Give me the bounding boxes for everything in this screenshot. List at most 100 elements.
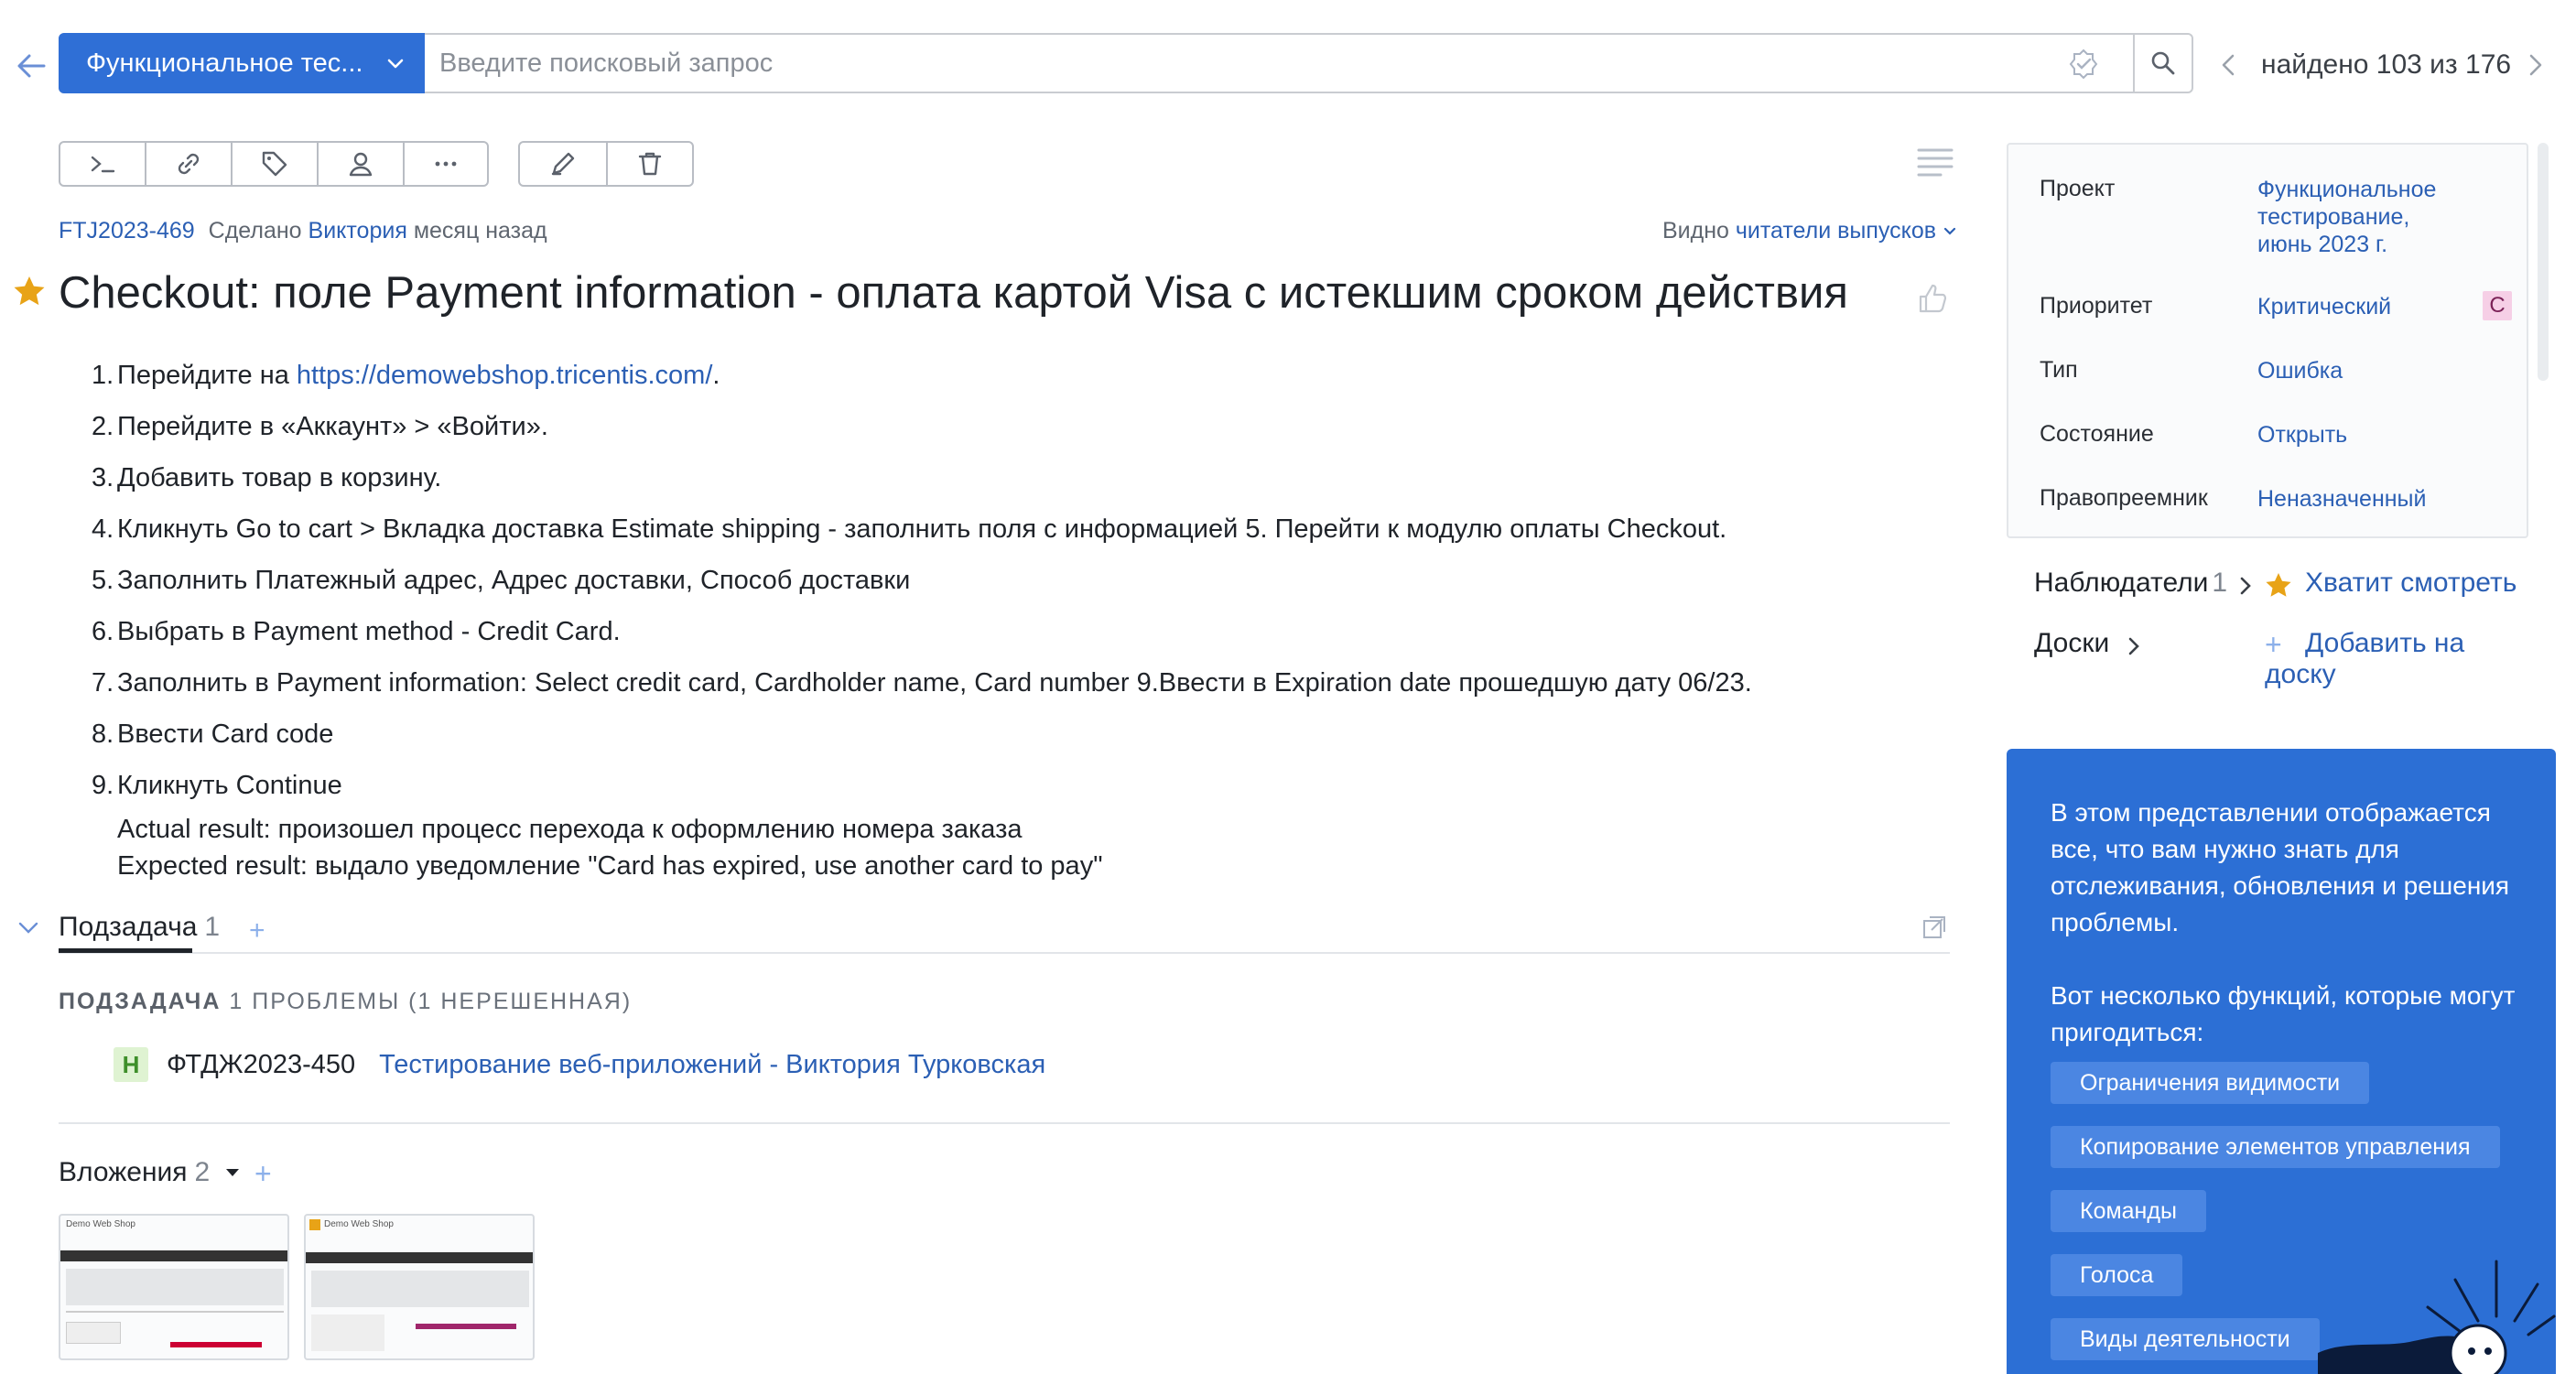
- step-item: 9. Кликнуть Continue: [92, 760, 1959, 811]
- step-item: 8. Ввести Card code: [92, 709, 1959, 760]
- subtask-header-bold: ПОДЗАДАЧА: [59, 989, 222, 1014]
- priority-badge: Н: [114, 1047, 148, 1082]
- step-item: 4. Кликнуть Go to cart > Вкладка доставка…: [92, 503, 1959, 555]
- field-type-label: Тип: [2040, 357, 2078, 383]
- search-button[interactable]: [2133, 35, 2192, 92]
- field-priority-label: Приоритет: [2040, 293, 2153, 319]
- add-subtask-icon[interactable]: +: [249, 915, 265, 947]
- search-input[interactable]: [430, 37, 2069, 90]
- subtask-item[interactable]: Н ФТДЖ2023-450 Тестирование веб-приложен…: [114, 1045, 1045, 1084]
- activity-feature-button[interactable]: Виды деятельности: [2051, 1318, 2320, 1360]
- visibility-value: читатели выпусков: [1735, 218, 1937, 243]
- thumbs-up-icon[interactable]: [1917, 282, 1950, 315]
- watchers-count: 1: [2212, 568, 2228, 598]
- prev-result-icon[interactable]: [2217, 51, 2241, 79]
- panel-scrollbar[interactable]: [2538, 143, 2549, 381]
- trash-icon: [638, 152, 662, 176]
- step-number: 1.: [92, 360, 114, 390]
- field-assignee-label: Правопреемник: [2040, 485, 2208, 511]
- step-item: 3. Добавить товар в корзину.: [92, 452, 1959, 503]
- done-prefix: Сделано: [208, 218, 302, 243]
- link-button[interactable]: [146, 143, 233, 185]
- thumb-nav-bar: [306, 1252, 533, 1263]
- tag-button[interactable]: [233, 143, 319, 185]
- command-button[interactable]: [60, 143, 146, 185]
- more-button[interactable]: [405, 143, 487, 185]
- author-link[interactable]: Виктория: [308, 218, 407, 243]
- collapse-chevron-icon[interactable]: [16, 919, 40, 937]
- commands-feature-button[interactable]: Команды: [2051, 1190, 2206, 1232]
- subtask-tab-label: Подзадача: [59, 912, 198, 942]
- step-text: Кликнуть Continue: [117, 770, 342, 800]
- chevron-right-icon[interactable]: [2126, 635, 2142, 657]
- chevron-down-icon: [384, 51, 406, 73]
- open-in-new-icon[interactable]: [1921, 914, 1948, 941]
- votes-feature-button[interactable]: Голоса: [2051, 1254, 2183, 1296]
- subtask-count: 1: [204, 912, 221, 942]
- field-state-value[interactable]: Открыть: [2257, 421, 2347, 449]
- edit-toolbar: [518, 141, 694, 187]
- star-icon[interactable]: [13, 275, 46, 308]
- attachments-label[interactable]: Вложения 2: [59, 1157, 210, 1188]
- step-number: 4.: [92, 514, 114, 544]
- step-text: Заполнить Платежный адрес, Адрес доставк…: [117, 565, 911, 595]
- attachments-count: 2: [194, 1157, 211, 1187]
- menu-lines-icon[interactable]: [1917, 146, 1954, 178]
- stop-watching-link[interactable]: Хватит смотреть: [2305, 568, 2516, 599]
- next-result-icon[interactable]: [2523, 51, 2547, 79]
- visibility-feature-button[interactable]: Ограничения видимости: [2051, 1062, 2370, 1104]
- visibility-control[interactable]: Видно читатели выпусков: [1662, 218, 1957, 244]
- copy-controls-feature-button[interactable]: Копирование элементов управления: [2051, 1126, 2500, 1168]
- step-text: Перейдите в «Аккаунт» > «Войти».: [117, 411, 548, 441]
- add-attachment-icon[interactable]: +: [254, 1157, 272, 1191]
- chevron-right-icon[interactable]: [2237, 575, 2254, 597]
- boards-label[interactable]: Доски: [2034, 628, 2109, 659]
- step-text: Ввести Card code: [117, 719, 334, 749]
- edit-button[interactable]: [520, 143, 608, 185]
- step-suffix: .: [712, 360, 720, 390]
- ai-check-icon[interactable]: [2067, 48, 2100, 81]
- project-filter-dropdown[interactable]: Функциональное тес...: [59, 33, 425, 93]
- field-priority-value[interactable]: Критический: [2257, 293, 2391, 320]
- step-text: Кликнуть Go to cart > Вкладка доставка E…: [117, 514, 1727, 544]
- demoshop-link[interactable]: https://demowebshop.tricentis.com/: [297, 361, 713, 391]
- subtask-title-link[interactable]: Тестирование веб-приложений - Виктория Т…: [379, 1050, 1045, 1080]
- delete-button[interactable]: [608, 143, 692, 185]
- step-text: Перейдите на: [117, 360, 289, 390]
- field-assignee-value[interactable]: Неназначенный: [2257, 485, 2427, 513]
- attachment-thumbnail[interactable]: Demo Web Shop: [59, 1214, 289, 1360]
- thumb-site-name: Demo Web Shop: [324, 1219, 394, 1229]
- mascot-illustration: [2318, 1260, 2556, 1374]
- step-number: 7.: [92, 667, 114, 698]
- thumb-form: [66, 1322, 121, 1344]
- watchers-label[interactable]: Наблюдатели 1: [2034, 568, 2227, 599]
- actual-result: Actual result: произошел процесс переход…: [117, 814, 1023, 844]
- field-type-value[interactable]: Ошибка: [2257, 357, 2343, 384]
- info-paragraph: В этом представлении отображается все, ч…: [2051, 798, 2510, 936]
- thumb-block: [66, 1269, 284, 1305]
- chevron-down-icon: [1943, 227, 1956, 235]
- user-icon: [349, 152, 373, 177]
- visibility-prefix: Видно: [1661, 218, 1729, 243]
- tab-subtask[interactable]: Подзадача 1: [59, 912, 220, 943]
- issue-description: 1. Перейдите на https://demowebshop.tric…: [92, 350, 1959, 884]
- back-arrow-icon[interactable]: [13, 48, 49, 84]
- more-dots-icon: [435, 161, 457, 167]
- issue-title: Checkout: поле Payment information - опл…: [59, 268, 1848, 318]
- time-ago: месяц назад: [413, 218, 547, 243]
- assign-button[interactable]: [319, 143, 405, 185]
- step-item: 2. Перейдите в «Аккаунт» > «Войти».: [92, 401, 1959, 452]
- step-number: 3.: [92, 462, 114, 492]
- step-item: 6. Выбрать в Payment method - Credit Card…: [92, 606, 1959, 657]
- attachment-thumbnail[interactable]: Demo Web Shop: [304, 1214, 535, 1360]
- issue-id-link[interactable]: FTJ2023-469: [59, 218, 195, 243]
- add-to-board-link[interactable]: Добавить на доску: [2265, 628, 2503, 690]
- step-number: 8.: [92, 719, 114, 749]
- field-project-value[interactable]: Функциональное тестирование, июнь 2023 г…: [2257, 176, 2441, 258]
- caret-down-icon[interactable]: [223, 1166, 242, 1179]
- thumb-error: [170, 1342, 262, 1347]
- step-number: 5.: [92, 565, 114, 595]
- thumb-logo: [309, 1219, 320, 1230]
- priority-badge: С: [2483, 291, 2512, 320]
- step-number: 2.: [92, 411, 114, 441]
